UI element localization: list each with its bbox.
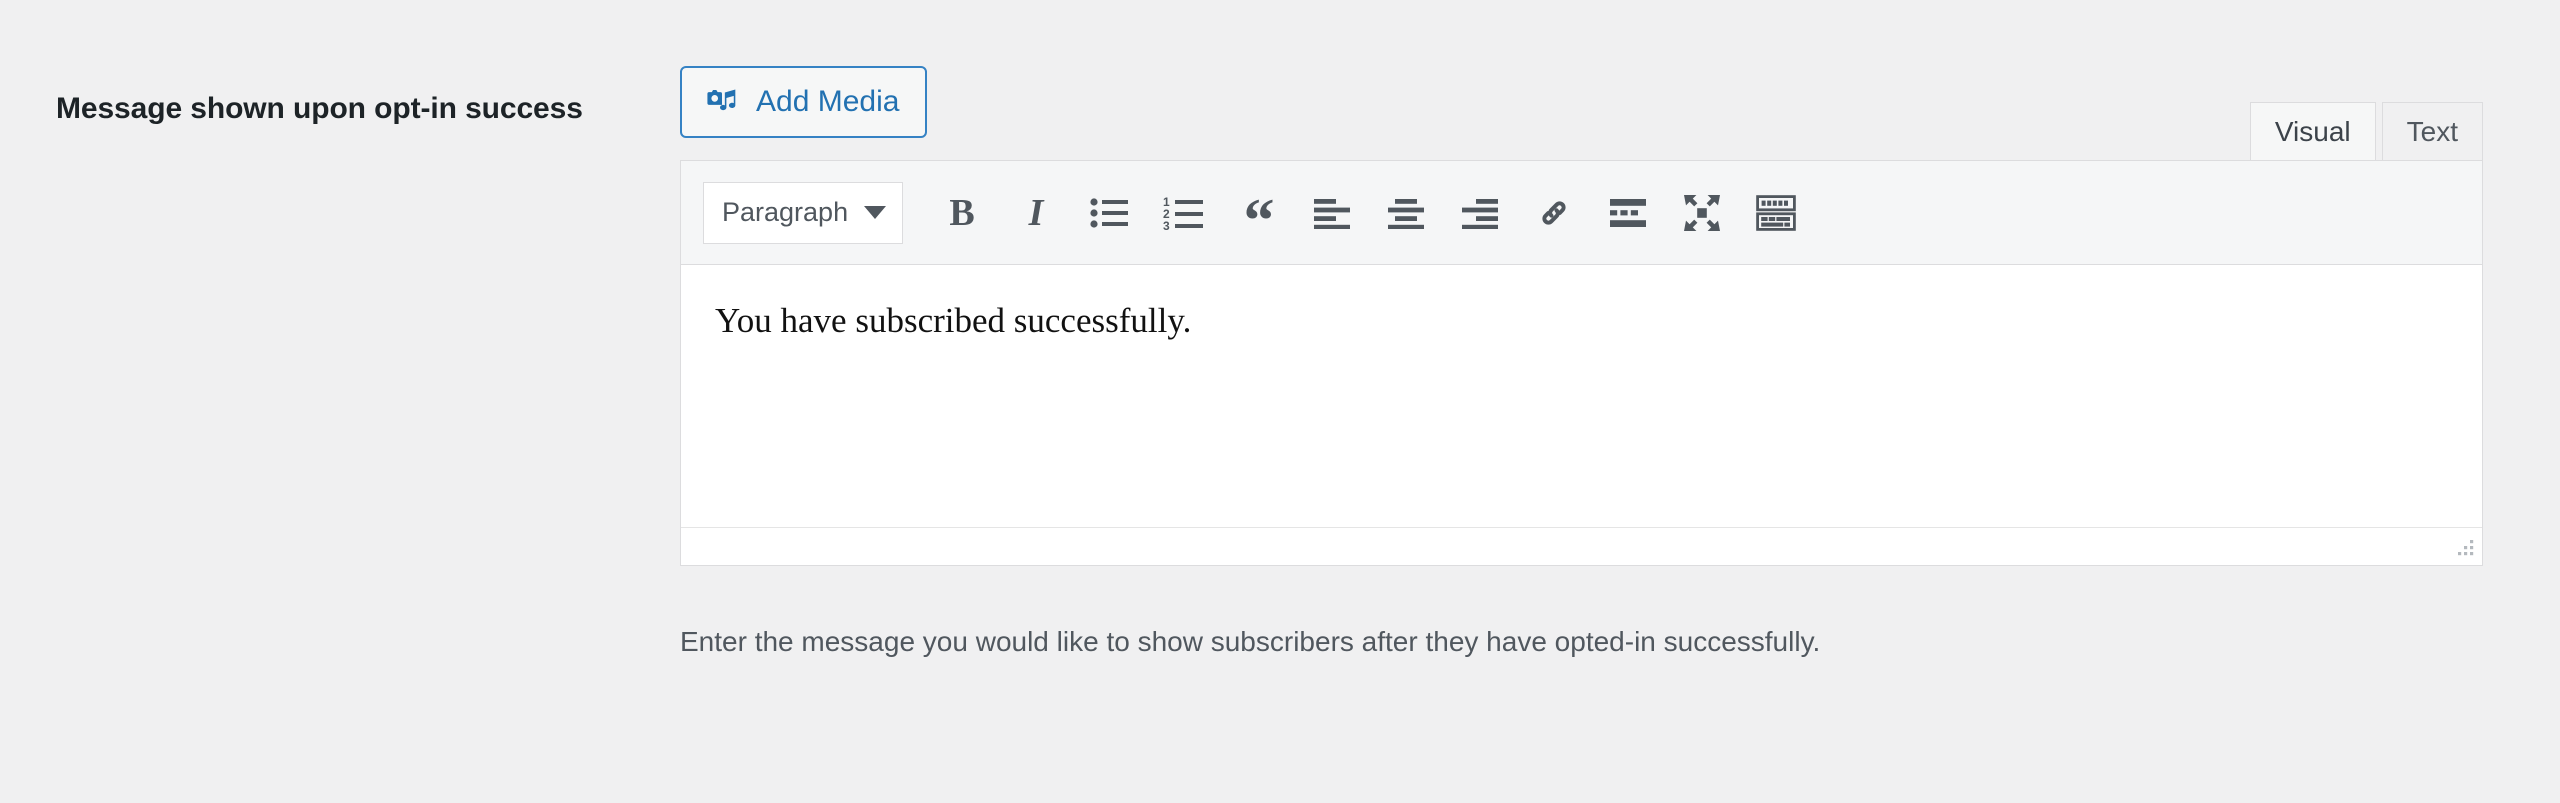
svg-text:3: 3 <box>1163 219 1170 230</box>
opt-in-success-message-field: Message shown upon opt-in success Add Me… <box>0 0 2560 803</box>
bold-glyph: B <box>949 191 975 234</box>
media-and-tabs-row: Add Media Visual Text <box>680 60 2483 160</box>
add-media-label: Add Media <box>756 85 900 118</box>
tab-text[interactable]: Text <box>2381 102 2483 160</box>
editor-toolbar: Paragraph B I 1 2 3 “ <box>681 161 2482 265</box>
align-right-icon[interactable] <box>1449 182 1511 244</box>
editor-paragraph: You have subscribed successfully. <box>715 301 1192 340</box>
camera-music-icon <box>706 85 740 119</box>
paragraph-style-select[interactable]: Paragraph <box>703 181 903 244</box>
italic-glyph: I <box>1028 191 1044 234</box>
field-label: Message shown upon opt-in success <box>56 92 583 125</box>
editor-status-bar <box>681 527 2482 565</box>
paragraph-style-value: Paragraph <box>722 197 849 227</box>
link-icon[interactable] <box>1523 182 1585 244</box>
blockquote-glyph: “ <box>1243 187 1275 255</box>
wysiwyg-editor: Paragraph B I 1 2 3 “ You have subscribe… <box>680 160 2483 566</box>
add-media-button[interactable]: Add Media <box>680 66 928 138</box>
align-left-icon[interactable] <box>1301 182 1363 244</box>
italic-icon[interactable]: I <box>1005 182 1067 244</box>
toolbar-toggle-icon[interactable] <box>1745 182 1807 244</box>
chevron-down-icon <box>864 206 886 219</box>
editor-mode-tabs: Visual Text <box>2249 102 2483 160</box>
align-center-icon[interactable] <box>1375 182 1437 244</box>
tab-visual[interactable]: Visual <box>2249 102 2376 160</box>
bulleted-list-icon[interactable] <box>1079 182 1141 244</box>
fullscreen-icon[interactable] <box>1671 182 1733 244</box>
editor-control: Add Media Visual Text Paragraph B I 1 2 … <box>680 60 2483 661</box>
blockquote-icon[interactable]: “ <box>1227 182 1289 255</box>
bold-icon[interactable]: B <box>931 182 993 244</box>
resize-grip-icon[interactable] <box>2454 538 2476 560</box>
numbered-list-icon[interactable]: 1 2 3 <box>1153 182 1215 244</box>
field-help-text: Enter the message you would like to show… <box>680 626 1821 657</box>
read-more-icon[interactable] <box>1597 182 1659 244</box>
editor-content-area[interactable]: You have subscribed successfully. <box>681 265 2482 527</box>
